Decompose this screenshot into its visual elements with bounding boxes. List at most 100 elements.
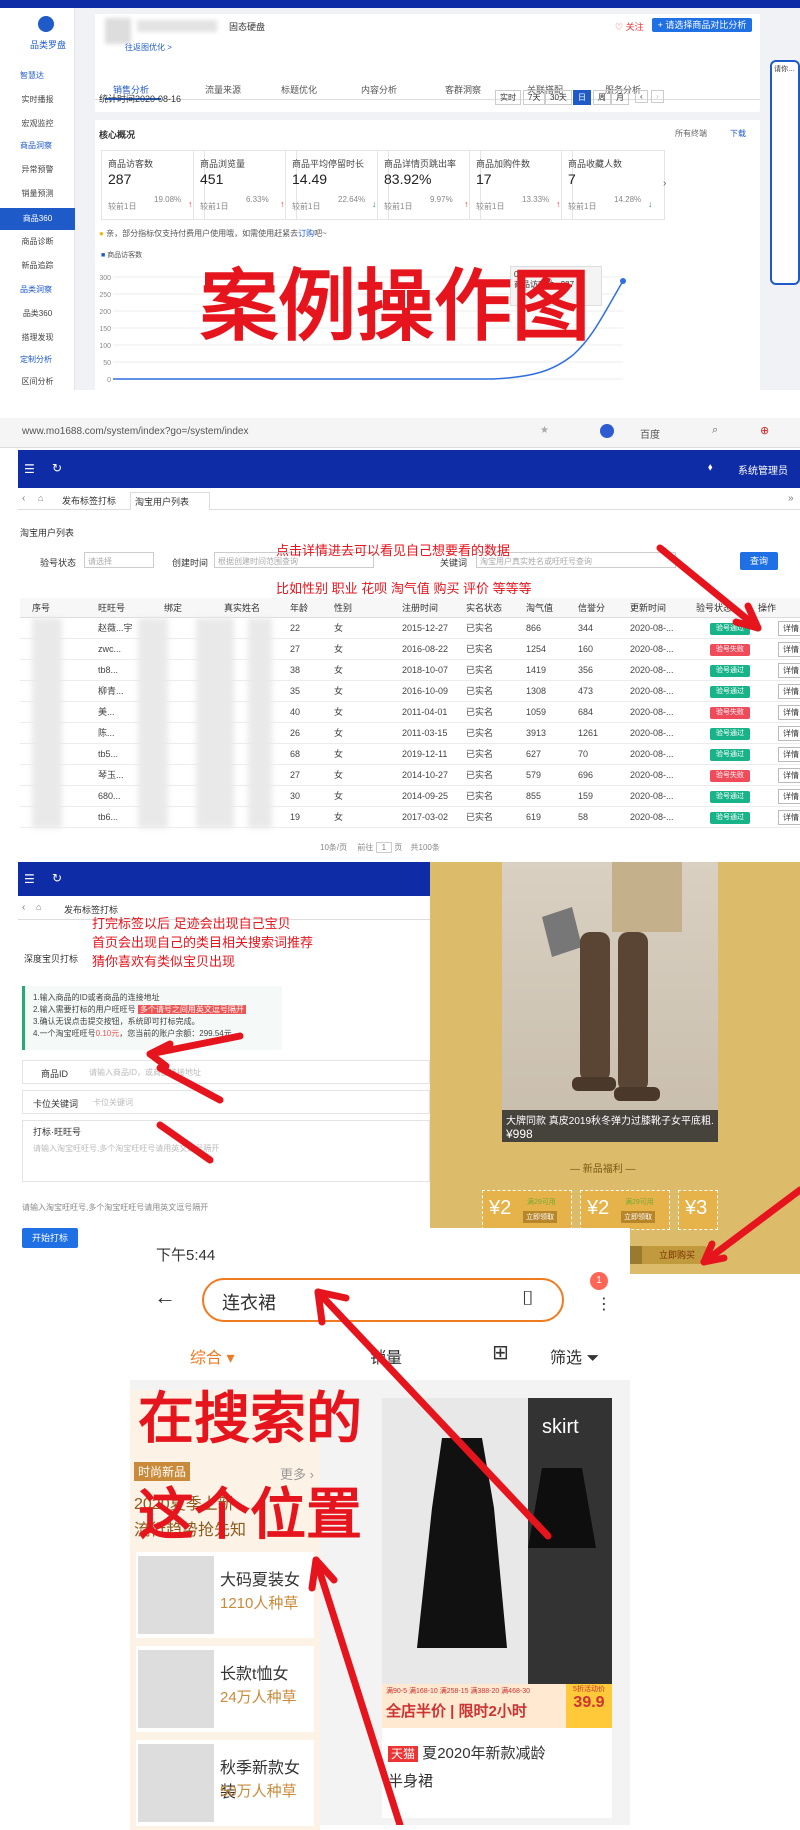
start-tag-button[interactable]: 开始打标 — [22, 1228, 78, 1248]
time-btn-week[interactable]: 周 — [593, 90, 611, 105]
grid-view-icon[interactable]: ⊞ — [492, 1340, 509, 1365]
coupon[interactable]: ¥2 满29可用 立即领取 — [482, 1190, 572, 1230]
back-arrow-icon[interactable]: ← — [154, 1284, 176, 1310]
sidebar-item[interactable]: 商品洞察 — [20, 140, 52, 151]
buy-now-button[interactable]: 立即购买 — [642, 1246, 712, 1264]
time-btn-realtime[interactable]: 实时 — [495, 90, 521, 105]
menu-icon[interactable]: ☰ — [24, 872, 35, 886]
page-size-select[interactable]: 10条/页 — [320, 843, 347, 852]
side-chat-panel[interactable]: 请你… — [770, 60, 800, 285]
more-icon[interactable]: ⋮ — [596, 1294, 612, 1314]
prev-day-icon[interactable]: ‹ — [635, 90, 648, 103]
home-icon[interactable]: ⌂ — [36, 902, 41, 912]
detail-button[interactable]: 详情 — [778, 726, 800, 741]
search-input[interactable]: 连衣裙 — [222, 1289, 276, 1315]
sidebar-item[interactable]: 智慧达 — [20, 70, 44, 81]
refresh-icon[interactable]: ↻ — [52, 871, 62, 885]
refresh-icon[interactable]: ↻ — [52, 461, 62, 475]
next-day-icon[interactable]: › — [651, 90, 664, 103]
search-icon[interactable]: ⌕ — [712, 424, 718, 437]
download-link[interactable]: 下载 — [730, 128, 746, 139]
tab-publish[interactable]: 发布标签打标 — [62, 494, 116, 507]
trend-item[interactable]: 大码夏装女 1210人种草 — [136, 1552, 314, 1638]
annotation-note: 点击详情进去可以看见自己想要看的数据 — [276, 543, 511, 558]
cell-reg: 2014-10-27 — [402, 770, 449, 780]
time-btn-month[interactable]: 月 — [611, 90, 629, 105]
sidebar-item-active[interactable]: 商品360 — [0, 208, 75, 230]
sidebar-item[interactable]: 商品诊断 — [0, 236, 75, 247]
sidebar-item[interactable]: 宏观监控 — [0, 118, 75, 129]
col-index: 序号 — [32, 603, 51, 613]
overlay-text: 在搜索的 — [138, 1387, 362, 1452]
chevron-left-icon[interactable]: ‹ — [22, 902, 25, 913]
terminal-select[interactable]: 所有终端 — [675, 128, 707, 139]
tab-customers[interactable]: 客群洞察 — [445, 83, 481, 96]
tab-content[interactable]: 内容分析 — [361, 83, 397, 96]
menu-icon[interactable]: ☰ — [24, 462, 35, 476]
compare-button[interactable]: + 请选择商品对比分析 — [652, 18, 752, 32]
time-btn-day[interactable]: 日 — [573, 90, 591, 105]
camera-icon[interactable]: ⌷ — [522, 1288, 534, 1311]
filter-tab[interactable]: 筛选 ⏷ — [550, 1344, 599, 1368]
sort-tab-default[interactable]: 综合 ▾ — [190, 1344, 235, 1368]
y-tick: 0 — [107, 377, 111, 384]
detail-button[interactable]: 详情 — [778, 684, 800, 699]
time-btn-7d[interactable]: 7天 — [523, 90, 546, 105]
sidebar-item[interactable]: 区间分析 — [0, 376, 75, 387]
search-engine[interactable]: 百度 — [640, 426, 660, 441]
tab-title[interactable]: 标题优化 — [281, 83, 317, 96]
product-card[interactable]: skirt 满90-5 满168-10 满258-15 满388-20 满468… — [382, 1398, 612, 1818]
sidebar-item[interactable]: 新品追踪 — [0, 260, 75, 271]
y-tick: 300 — [99, 275, 111, 282]
sidebar-item[interactable]: 搭理发现 — [0, 332, 75, 343]
more-link[interactable]: 更多 › — [280, 1464, 314, 1483]
message-badge[interactable]: 1 — [590, 1272, 608, 1290]
detail-button[interactable]: 详情 — [778, 663, 800, 678]
home-icon[interactable]: ⌂ — [38, 493, 43, 503]
sidebar-item[interactable]: 异常预警 — [0, 164, 75, 175]
detail-button[interactable]: 详情 — [778, 642, 800, 657]
detail-button[interactable]: 详情 — [778, 810, 800, 825]
keyword-input[interactable]: 卡位关键词 — [93, 1097, 133, 1108]
detail-button[interactable]: 详情 — [778, 789, 800, 804]
sidebar-item[interactable]: 品类洞察 — [20, 284, 52, 295]
product-id-input[interactable]: 请输入商品ID，或商品链接地址 — [89, 1067, 201, 1078]
admin-menu[interactable]: 系统管理员 — [738, 462, 788, 477]
coupon-claim[interactable]: 立即领取 — [523, 1211, 557, 1223]
sort-tab-sales[interactable]: 销量 — [370, 1344, 402, 1368]
sidebar-item[interactable]: 销量预测 — [0, 188, 75, 199]
sidebar-item[interactable]: 定制分析 — [20, 354, 52, 365]
detail-button[interactable]: 详情 — [778, 621, 800, 636]
product-title: 大牌同款 真皮2019秋冬弹力过膝靴子女平底粗... — [506, 1116, 714, 1127]
chevron-left-icon[interactable]: ‹ — [22, 493, 25, 504]
sidebar-item[interactable]: 品类360 — [0, 308, 75, 319]
detail-button[interactable]: 详情 — [778, 747, 800, 762]
coupon-claim[interactable]: 立即领取 — [621, 1211, 655, 1223]
time-btn-30d[interactable]: 30天 — [545, 90, 572, 105]
col-age: 年龄 — [290, 603, 309, 613]
query-button[interactable]: 查询 — [740, 552, 778, 570]
tab-traffic[interactable]: 流量来源 — [205, 83, 241, 96]
coupon[interactable]: ¥3 — [678, 1190, 718, 1230]
extension-icon[interactable]: ⊕ — [760, 424, 769, 437]
search-box[interactable]: 连衣裙 ⌷ — [202, 1278, 564, 1322]
trend-item[interactable]: 长款t恤女 24万人种草 — [136, 1646, 314, 1732]
coupon[interactable]: ¥2 满29可用 立即领取 — [580, 1190, 670, 1230]
tab-user-list[interactable]: 淘宝用户列表 — [130, 492, 210, 510]
star-icon[interactable]: ★ — [540, 425, 549, 436]
item-name: 大码夏装女 — [220, 1572, 301, 1589]
sidebar-item[interactable]: 实时播报 — [0, 94, 75, 105]
detail-button[interactable]: 详情 — [778, 705, 800, 720]
trend-item[interactable]: 秋季新款女装 50万人种草 — [136, 1740, 314, 1826]
chevron-right-icon[interactable]: › — [663, 178, 666, 189]
follow-button[interactable]: ♡ 关注 — [615, 20, 644, 33]
url-field[interactable]: www.mo1688.com/system/index?go=/system/i… — [22, 426, 249, 437]
optimize-link[interactable]: 往返图优化 > — [125, 42, 172, 53]
annotation-note: 打完标签以后 足迹会出现自己宝贝 首页会出现自己的类目相关搜索词推荐 猜你喜欢有… — [92, 914, 313, 971]
chevron-double-right-icon[interactable]: » — [788, 493, 794, 504]
page-number-input[interactable]: 1 — [375, 842, 393, 853]
status-select[interactable]: 请选择 — [84, 552, 154, 568]
detail-button[interactable]: 详情 — [778, 768, 800, 783]
wangwang-textarea[interactable]: 请输入淘宝旺旺号,多个淘宝旺旺号请用英文逗号隔开 — [33, 1143, 219, 1154]
order-link[interactable]: 订购 — [298, 229, 314, 238]
